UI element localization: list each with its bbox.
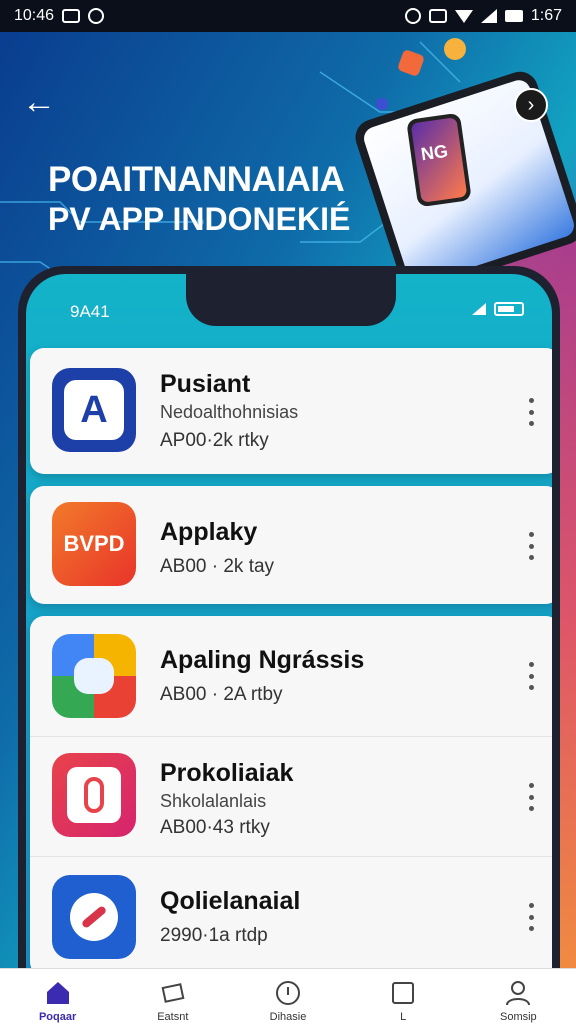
square-icon xyxy=(389,979,417,1007)
signal-icon xyxy=(472,303,486,315)
headline-line-1: POAITNANNAIAIA xyxy=(48,160,345,199)
phone-notch xyxy=(186,274,396,326)
app-card[interactable]: BVPD Applaky AB00 · 2k tay xyxy=(30,486,552,604)
app-name: Prokoliaiak xyxy=(160,759,294,787)
status-right: 1:67 xyxy=(404,7,562,25)
battery-icon xyxy=(504,10,523,22)
app-name: Applaky xyxy=(160,518,258,546)
battery-icon xyxy=(494,302,524,316)
cards-icon xyxy=(159,979,187,1007)
app-row[interactable]: Apaling Ngrássis AB00 · 2A rtby xyxy=(30,616,552,736)
signal-icon xyxy=(480,9,497,23)
nav-label: Poqaar xyxy=(38,1011,77,1023)
app-name: Apaling Ngrássis xyxy=(160,646,365,674)
status-time-left: 10:46 xyxy=(14,7,55,24)
app-icon: BVPD xyxy=(52,502,136,586)
phone-time: 9A41 xyxy=(70,302,110,321)
wifi-icon xyxy=(454,9,473,23)
record-icon xyxy=(88,8,105,24)
app-card-group: Apaling Ngrássis AB00 · 2A rtby Prokolia… xyxy=(30,616,552,976)
phone-screen: 9A41 A Pusiant Nedoalthohnisias AP00·2k … xyxy=(26,274,552,1024)
nav-label: Somsip xyxy=(500,1011,537,1023)
more-options-icon[interactable] xyxy=(526,783,536,811)
headline: POAITNANNAIAIA PV APP INDONEKIÉ xyxy=(48,160,350,238)
nav-label: Dihasie xyxy=(269,1011,307,1023)
back-arrow-icon[interactable]: ← xyxy=(22,82,62,122)
app-row[interactable]: Prokoliaiak Shkolalanlais AB00·43 rtky xyxy=(30,736,552,856)
nav-info[interactable]: Dihasie xyxy=(238,979,338,1023)
phone-status-icons xyxy=(472,302,524,316)
info-icon xyxy=(274,979,302,1007)
app-meta: AP00·2k rtky xyxy=(160,430,269,451)
app-meta: AB00·43 rtky xyxy=(160,817,270,838)
nav-label: L xyxy=(400,1011,407,1023)
gallery-icon xyxy=(62,9,81,23)
app-name: Qolielanaial xyxy=(160,887,301,915)
app-meta: AB00 · 2A rtby xyxy=(160,684,283,705)
app-name: Pusiant xyxy=(160,370,251,398)
more-options-icon[interactable] xyxy=(526,662,536,690)
app-subtitle: Nedoalthohnisias xyxy=(160,402,299,422)
app-icon-letter: A xyxy=(64,380,124,440)
app-row[interactable]: Qolielanaial 2990·1a rtdp xyxy=(30,856,552,976)
app-meta: AB00 · 2k tay xyxy=(160,556,275,577)
person-icon xyxy=(504,979,532,1007)
nfc-icon xyxy=(428,9,447,23)
deco-screen-text: NG xyxy=(419,140,450,165)
compass-app-icon xyxy=(52,875,136,959)
more-options-icon[interactable] xyxy=(526,398,536,426)
nav-cards[interactable]: Eatsnt xyxy=(123,979,223,1023)
bottom-nav: Poqaar Eatsnt Dihasie L Somsip xyxy=(0,968,576,1024)
headline-line-2: PV APP INDONEKIÉ xyxy=(48,201,351,237)
more-options-icon[interactable] xyxy=(526,532,536,560)
paperclip-app-icon xyxy=(52,753,136,837)
app-meta: 2990·1a rtdp xyxy=(160,925,268,946)
compass-icon xyxy=(70,893,118,941)
status-time-right: 1:67 xyxy=(530,7,562,24)
next-button[interactable]: › xyxy=(514,88,548,122)
nav-home[interactable]: Poqaar xyxy=(8,979,108,1023)
phone-mockup: 9A41 A Pusiant Nedoalthohnisias AP00·2k … xyxy=(18,266,560,1024)
nav-square[interactable]: L xyxy=(353,979,453,1023)
app-icon-text: BVPD xyxy=(63,531,125,556)
robot-app-icon xyxy=(52,634,136,718)
nav-profile[interactable]: Somsip xyxy=(468,979,568,1023)
status-left: 10:46 xyxy=(14,7,105,25)
nav-label: Eatsnt xyxy=(157,1011,189,1023)
floating-app-icon xyxy=(444,38,466,60)
bluetooth-icon xyxy=(404,8,421,24)
home-icon xyxy=(44,979,72,1007)
app-card[interactable]: A Pusiant Nedoalthohnisias AP00·2k rtky xyxy=(30,348,552,474)
status-bar: 10:46 1:67 xyxy=(0,0,576,32)
more-options-icon[interactable] xyxy=(526,903,536,931)
robot-face-icon xyxy=(74,658,114,694)
app-icon: A xyxy=(52,368,136,452)
paperclip-icon xyxy=(67,767,121,823)
app-subtitle: Shkolalanlais xyxy=(160,791,267,811)
floating-app-icon xyxy=(376,98,388,110)
